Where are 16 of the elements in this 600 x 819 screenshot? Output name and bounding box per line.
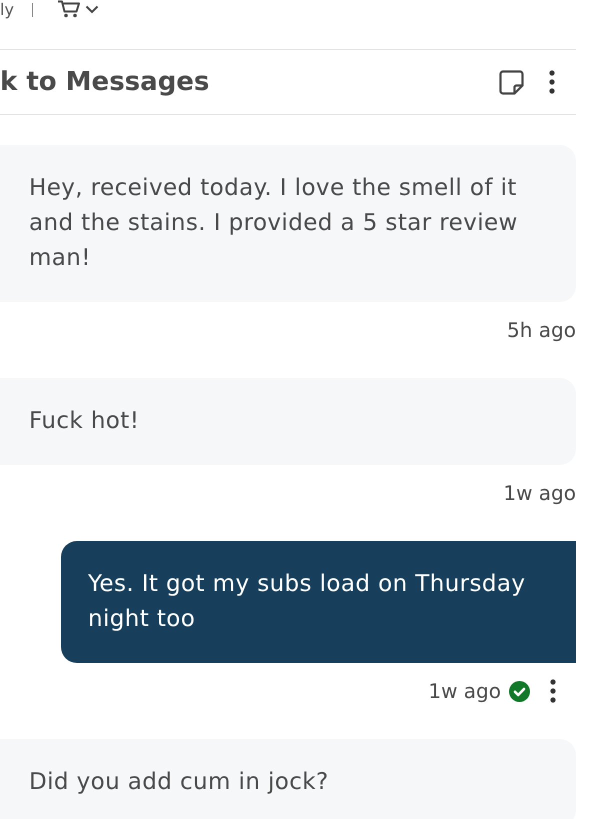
back-to-messages-link[interactable]: k to Messages bbox=[0, 62, 210, 102]
cart-button[interactable] bbox=[56, 0, 99, 18]
message-time: 1w ago bbox=[503, 480, 576, 507]
message-options-button[interactable] bbox=[548, 678, 558, 704]
received-message-bubble: Did you add cum in jock? bbox=[0, 739, 576, 819]
sent-message-bubble: Yes. It got my subs load on Thursday night too bbox=[61, 541, 576, 663]
message-time: 5h ago bbox=[507, 317, 576, 344]
received-message-bubble: Fuck hot! bbox=[0, 378, 576, 465]
received-message-bubble: Hey, received today. I love the smell of it and the stains. I provided a 5 star review man! bbox=[0, 145, 576, 302]
sticky-note-icon bbox=[499, 70, 524, 94]
nav-link[interactable]: ly bbox=[0, 0, 14, 20]
chevron-down-icon bbox=[84, 4, 99, 14]
more-options-button[interactable] bbox=[547, 69, 557, 95]
message-time: 1w ago bbox=[428, 678, 501, 705]
note-button[interactable] bbox=[499, 70, 524, 94]
cart-icon bbox=[56, 0, 81, 18]
